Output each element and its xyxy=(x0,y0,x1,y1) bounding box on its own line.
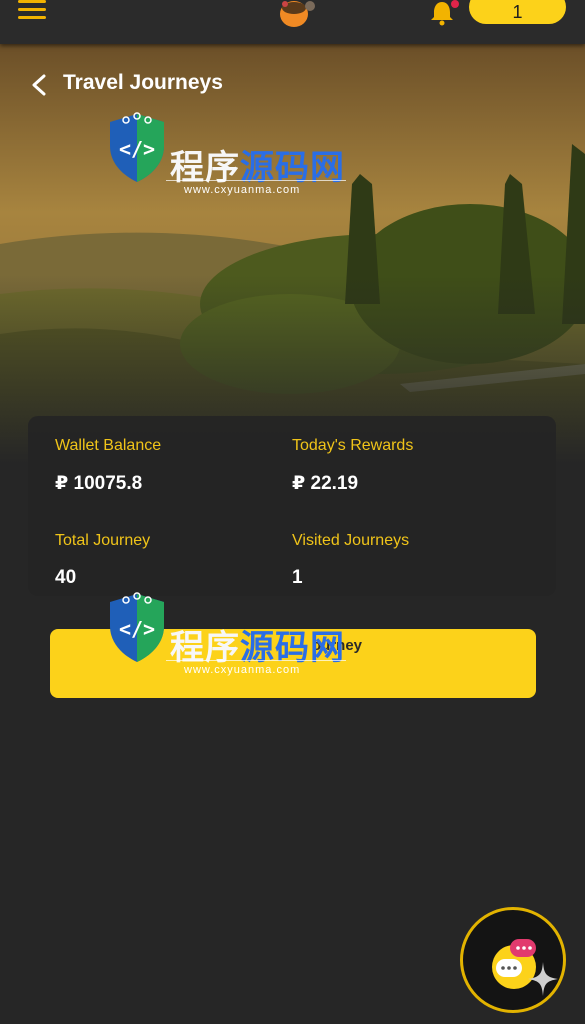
watermark-text: 程序源码网 xyxy=(170,148,345,188)
watermark: </> 程序源码网 www.cxyuanma.com xyxy=(104,112,354,222)
watermark-text: 程序源码网 xyxy=(170,628,345,668)
back-chevron-icon[interactable] xyxy=(30,74,48,96)
watermark-url: www.cxyuanma.com xyxy=(184,664,301,676)
watermark-divider xyxy=(166,660,346,661)
wallet-balance-label: Wallet Balance xyxy=(55,437,162,454)
total-journey-label: Total Journey xyxy=(55,532,151,549)
hero-banner xyxy=(0,44,585,464)
visited-journeys-label: Visited Journeys xyxy=(292,532,410,549)
watermark-url: www.cxyuanma.com xyxy=(184,184,301,196)
menu-icon[interactable] xyxy=(18,0,48,22)
visited-journeys-value: 1 xyxy=(292,567,303,588)
svg-text:</>: </> xyxy=(119,617,155,641)
page-title: Travel Journeys xyxy=(63,71,223,94)
watermark-shield-icon: </> xyxy=(110,592,164,662)
watermark-shield-icon: </> xyxy=(110,112,164,182)
stats-card: Wallet Balance ₽ 10075.8 Today's Rewards… xyxy=(28,416,556,596)
todays-rewards-label: Today's Rewards xyxy=(292,437,414,454)
chat-support-button[interactable] xyxy=(460,907,566,1013)
total-journey-value: 40 xyxy=(55,567,77,588)
wallet-balance-value: ₽ 10075.8 xyxy=(55,473,143,494)
svg-text:</>: </> xyxy=(119,137,155,161)
counter-badge[interactable]: 1 xyxy=(469,0,566,24)
sparkle-icon xyxy=(528,962,558,996)
top-bar: 1 xyxy=(0,0,585,44)
landscape-image xyxy=(0,44,585,464)
logo-icon xyxy=(280,1,315,27)
watermark-divider xyxy=(166,180,346,181)
watermark: </> 程序源码网 www.cxyuanma.com xyxy=(104,592,354,702)
todays-rewards-value: ₽ 22.19 xyxy=(292,473,359,494)
notification-badge xyxy=(451,0,459,8)
